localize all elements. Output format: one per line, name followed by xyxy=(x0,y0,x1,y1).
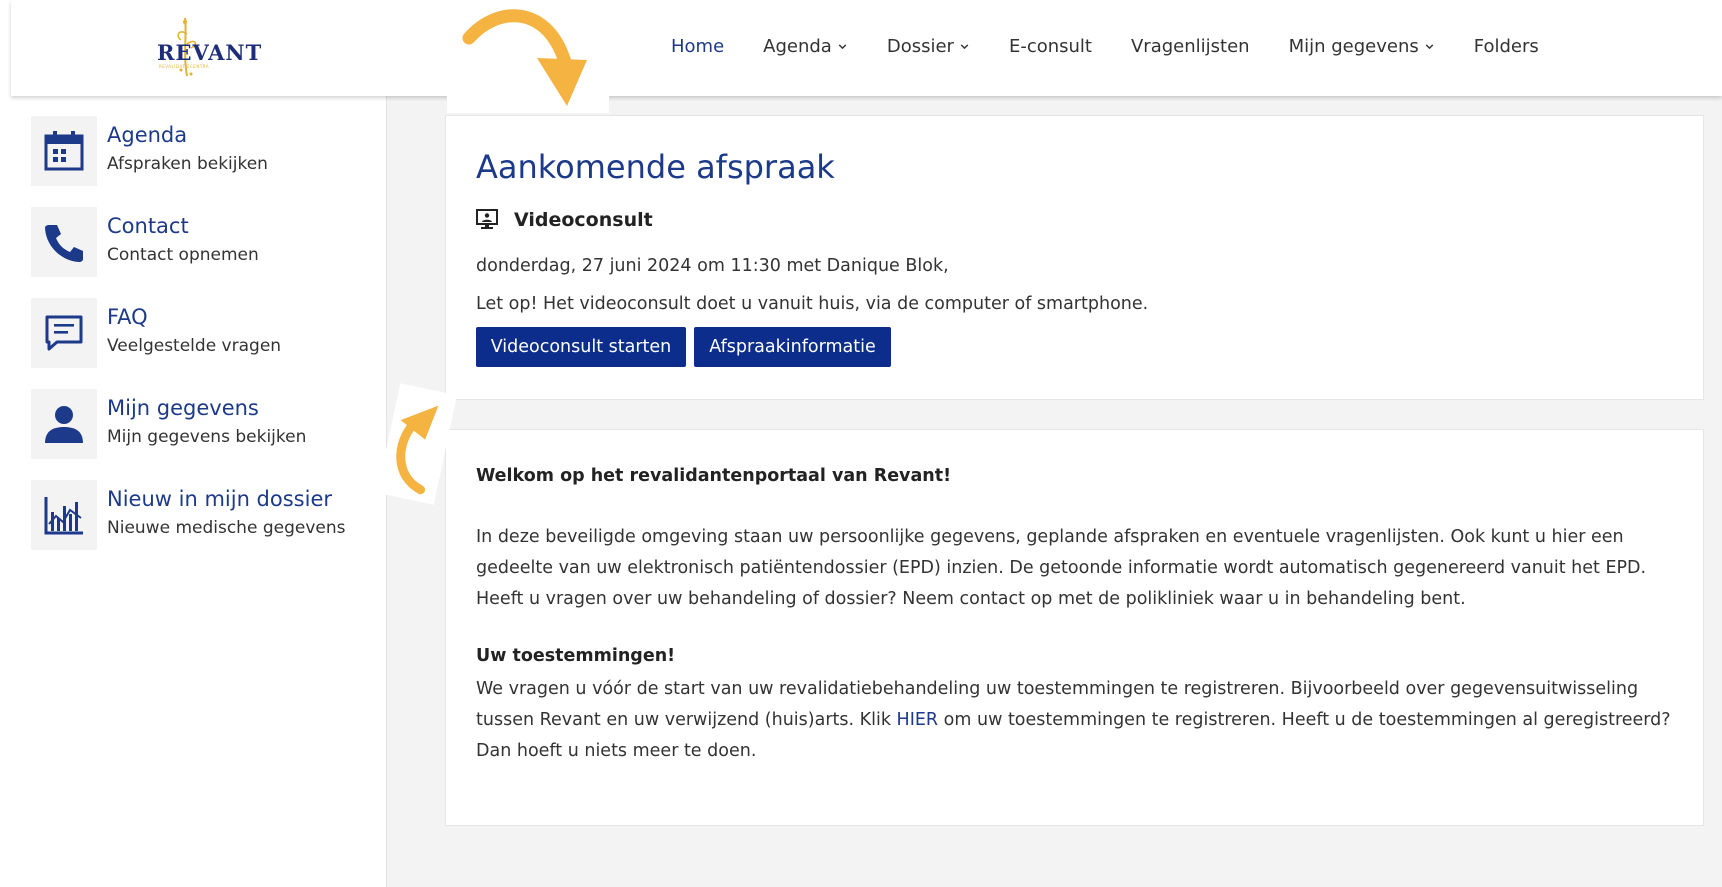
appointment-info-button[interactable]: Afspraakinformatie xyxy=(694,327,891,367)
appointment-heading: Aankomende afspraak xyxy=(476,148,835,186)
chat-icon xyxy=(31,298,97,368)
calendar-icon xyxy=(31,116,97,186)
sidebar-item-title: Nieuw in mijn dossier xyxy=(107,487,333,511)
phone-icon xyxy=(31,207,97,277)
nav-mijn-gegevens[interactable]: Mijn gegevens xyxy=(1289,36,1435,57)
nav-folders[interactable]: Folders xyxy=(1474,36,1539,57)
appointment-note: Let op! Het videoconsult doet u vanuit h… xyxy=(476,294,1149,314)
sidebar-item-contact[interactable]: Contact Contact opnemen xyxy=(31,207,381,277)
nav-label: Folders xyxy=(1473,36,1539,57)
nav-econsult[interactable]: E-consult xyxy=(1009,36,1092,57)
logo-text: REVANT xyxy=(157,40,263,65)
permissions-paragraph: We vragen u vóór de start van uw revalid… xyxy=(476,674,1671,767)
sidebar-item-subtitle: Nieuwe medische gegevens xyxy=(107,518,346,538)
sidebar-item-subtitle: Veelgestelde vragen xyxy=(107,336,282,356)
nav-label: Dossier xyxy=(886,36,954,57)
revant-logo[interactable]: REVANT REVALIDATIECENTRA xyxy=(141,14,261,84)
nav-label: Mijn gegevens xyxy=(1288,36,1419,57)
chart-icon xyxy=(31,480,97,550)
sidebar-item-title: Mijn gegevens xyxy=(107,396,259,420)
welcome-paragraph: In deze beveiligde omgeving staan uw per… xyxy=(476,527,1647,609)
welcome-card: Welkom op het revalidantenportaal van Re… xyxy=(445,429,1704,826)
nav-label: Vragenlijsten xyxy=(1130,36,1250,57)
nav-vragenlijsten[interactable]: Vragenlijsten xyxy=(1131,36,1250,57)
nav-home[interactable]: Home xyxy=(671,36,724,57)
main-nav: Home Agenda Dossier E-consult Vragenlijs… xyxy=(671,36,1578,57)
appointment-datetime: donderdag, 27 juni 2024 om 11:30 met Dan… xyxy=(476,256,949,276)
curved-arrow-icon xyxy=(462,9,587,106)
sidebar-item-title: Contact xyxy=(107,214,189,238)
nav-agenda[interactable]: Agenda xyxy=(763,36,848,57)
appointment-type-label: Videoconsult xyxy=(514,209,653,231)
chevron-down-icon xyxy=(1425,44,1434,50)
chevron-down-icon xyxy=(838,44,847,50)
sidebar-item-nieuw-in-dossier[interactable]: Nieuw in mijn dossier Nieuwe medische ge… xyxy=(31,480,381,550)
sidebar: Agenda Afspraken bekijken Contact Contac… xyxy=(11,96,387,887)
upcoming-appointment-card: Aankomende afspraak Videoconsult donderd… xyxy=(445,115,1704,400)
permissions-title: Uw toestemmingen! xyxy=(476,646,676,666)
nav-label: Home xyxy=(671,36,725,57)
sidebar-item-subtitle: Afspraken bekijken xyxy=(107,154,268,174)
sidebar-item-agenda[interactable]: Agenda Afspraken bekijken xyxy=(31,116,381,186)
top-header: REVANT REVALIDATIECENTRA Home Agenda Dos… xyxy=(11,0,1722,96)
nav-label: E-consult xyxy=(1008,36,1092,57)
sidebar-item-subtitle: Contact opnemen xyxy=(107,245,259,265)
nav-dossier[interactable]: Dossier xyxy=(887,36,970,57)
welcome-title: Welkom op het revalidantenportaal van Re… xyxy=(476,466,952,486)
monitor-icon xyxy=(476,209,498,229)
logo-tagline: REVALIDATIECENTRA xyxy=(159,64,210,69)
sidebar-item-subtitle: Mijn gegevens bekijken xyxy=(107,427,307,447)
start-videoconsult-button[interactable]: Videoconsult starten xyxy=(476,327,686,367)
nav-label: Agenda xyxy=(763,36,832,57)
sidebar-item-title: FAQ xyxy=(107,305,148,329)
sidebar-item-title: Agenda xyxy=(107,123,188,147)
appointment-type: Videoconsult xyxy=(476,209,653,231)
sidebar-item-faq[interactable]: FAQ Veelgestelde vragen xyxy=(31,298,381,368)
person-icon xyxy=(31,389,97,459)
chevron-down-icon xyxy=(960,44,969,50)
permissions-link[interactable]: HIER xyxy=(897,710,939,730)
arrow-backdrop xyxy=(447,0,609,113)
sidebar-item-mijn-gegevens[interactable]: Mijn gegevens Mijn gegevens bekijken xyxy=(31,389,381,459)
